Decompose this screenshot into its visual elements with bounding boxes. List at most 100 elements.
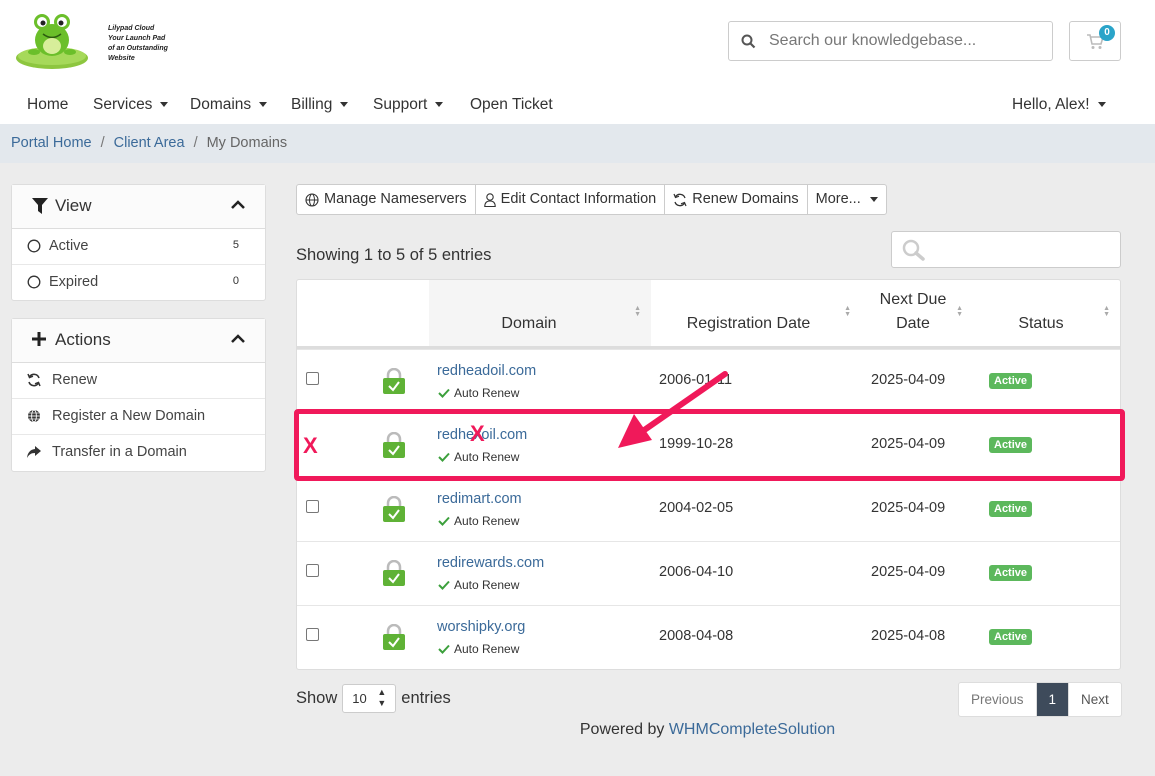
nav-billing[interactable]: Billing	[291, 92, 349, 118]
domain-link[interactable]: redimart.com	[437, 491, 522, 507]
powered-by-text: Powered by	[579, 721, 665, 738]
sort-icon: ▲ ▼	[1103, 305, 1110, 318]
row-checkbox[interactable]	[306, 500, 319, 513]
entries-label: entries	[401, 689, 451, 707]
domain-link[interactable]: redheadoil.com	[437, 363, 536, 379]
th-registration-date[interactable]: Registration Date ▲ ▼	[651, 280, 861, 346]
page-length-select[interactable]: 10 ▲ ▼	[342, 684, 397, 713]
site-logo[interactable]: Lilypad Cloud Your Launch Pad of an Outs…	[14, 10, 168, 70]
checkmark-icon	[438, 644, 450, 654]
status-badge: Active	[989, 565, 1033, 581]
row-checkbox[interactable]	[306, 564, 319, 577]
search-icon	[902, 239, 925, 261]
caret-down-icon	[435, 102, 444, 108]
domain-link[interactable]: redirewards.com	[437, 555, 544, 571]
refresh-icon	[27, 373, 41, 387]
nav-domains[interactable]: Domains	[190, 92, 268, 118]
breadcrumb-portal-home[interactable]: Portal Home	[11, 135, 92, 151]
site-footer: Powered by WHMCompleteSolution	[0, 721, 1155, 739]
search-input[interactable]	[769, 22, 1049, 60]
globe-icon	[305, 192, 319, 207]
pagination: Previous 1 Next	[958, 682, 1122, 717]
view-panel-header[interactable]: View	[12, 185, 265, 229]
registration-date: 2006-04-10	[659, 564, 734, 580]
renew-domains-label: Renew Domains	[692, 191, 799, 207]
breadcrumb-separator: /	[100, 135, 105, 151]
actions-panel-header[interactable]: Actions	[12, 319, 265, 363]
auto-renew-indicator: Auto Renew	[438, 578, 519, 592]
breadcrumb-bar: Portal Home / Client Area / My Domains	[0, 124, 1155, 163]
view-filter-expired[interactable]: Expired 0	[12, 265, 265, 301]
view-panel-title: View	[55, 196, 92, 215]
table-row[interactable]: worshipky.org Auto Renew 2008-04-08 2025…	[297, 605, 1120, 669]
th-domain-label: Domain	[501, 315, 557, 332]
breadcrumb-separator: /	[193, 135, 198, 151]
edit-contact-button[interactable]: Edit Contact Information	[476, 185, 666, 214]
pagination-previous[interactable]: Previous	[959, 683, 1037, 716]
radio-circle-icon	[27, 239, 41, 253]
action-label: Transfer in a Domain	[52, 444, 187, 460]
show-label: Show	[296, 689, 338, 707]
breadcrumb-client-area[interactable]: Client Area	[114, 135, 185, 151]
manage-nameservers-label: Manage Nameservers	[324, 191, 467, 207]
nav-home[interactable]: Home	[27, 92, 68, 118]
chevron-up-icon[interactable]	[231, 334, 245, 344]
table-row[interactable]: redimart.com Auto Renew 2004-02-05 2025-…	[297, 477, 1120, 541]
auto-renew-indicator: Auto Renew	[438, 514, 519, 528]
chevron-up-icon[interactable]	[231, 200, 245, 210]
renew-domains-button[interactable]: Renew Domains	[665, 185, 808, 214]
share-arrow-icon	[27, 446, 41, 458]
nav-support[interactable]: Support	[373, 92, 444, 118]
view-filter-active[interactable]: Active 5	[12, 229, 265, 265]
main-nav: Home Services Domains Billing Support Op…	[0, 92, 1155, 118]
x-mark-annotation: X	[303, 433, 318, 458]
more-actions-dropdown[interactable]: More...	[808, 185, 886, 214]
nav-user-menu[interactable]: Hello, Alex!	[1012, 92, 1106, 118]
lock-check-icon	[383, 560, 405, 586]
auto-renew-indicator: Auto Renew	[438, 386, 519, 400]
action-label: Register a New Domain	[52, 408, 206, 424]
more-actions-label: More...	[815, 191, 861, 207]
th-domain[interactable]: Domain ▲ ▼	[429, 280, 651, 346]
knowledgebase-search[interactable]	[728, 21, 1053, 61]
pagination-next[interactable]: Next	[1069, 683, 1121, 716]
table-header: Domain ▲ ▼ Registration Date ▲ ▼ Next Due …	[297, 280, 1120, 349]
domain-link[interactable]: worshipky.org	[437, 619, 525, 635]
nav-services[interactable]: Services	[93, 92, 169, 118]
th-status[interactable]: Status ▲ ▼	[973, 280, 1120, 346]
th-next-due-line1: Next Due	[879, 291, 947, 308]
view-filter-label: Active	[49, 238, 89, 254]
whmcs-link[interactable]: WHMCompleteSolution	[669, 721, 835, 738]
table-row[interactable]: redirewards.com Auto Renew 2006-04-10 20…	[297, 541, 1120, 605]
actions-panel-title: Actions	[55, 330, 111, 349]
auto-renew-label: Auto Renew	[454, 386, 520, 400]
row-checkbox[interactable]	[306, 372, 319, 385]
globe-icon	[28, 409, 40, 423]
action-register-domain[interactable]: Register a New Domain	[12, 399, 265, 435]
breadcrumb: Portal Home / Client Area / My Domains	[11, 135, 287, 151]
user-icon	[483, 192, 496, 207]
auto-renew-label: Auto Renew	[454, 642, 520, 656]
nav-support-label: Support	[373, 96, 428, 113]
checkmark-icon	[438, 580, 450, 590]
view-filter-count: 0	[232, 275, 239, 287]
nav-open-ticket[interactable]: Open Ticket	[470, 92, 553, 118]
table-filter-input[interactable]	[891, 231, 1121, 268]
row-checkbox[interactable]	[306, 628, 319, 641]
actions-panel: Actions Renew Register a New Domain Tran…	[11, 318, 266, 472]
nav-open-ticket-label: Open Ticket	[470, 96, 553, 113]
page-length-value: 10	[352, 691, 367, 706]
auto-renew-indicator: Auto Renew	[438, 642, 519, 656]
table-info: Showing 1 to 5 of 5 entries	[296, 246, 492, 264]
action-renew[interactable]: Renew	[12, 363, 265, 399]
action-transfer-domain[interactable]: Transfer in a Domain	[12, 435, 265, 471]
page-length-control: Show 10 ▲ ▼ entries	[296, 684, 451, 713]
manage-nameservers-button[interactable]: Manage Nameservers	[297, 185, 476, 214]
status-badge: Active	[989, 373, 1033, 389]
cart-button[interactable]: 0	[1069, 21, 1121, 61]
th-next-due-date[interactable]: Next Due Date ▲ ▼	[861, 280, 973, 346]
domain-actions-toolbar: Manage Nameservers Edit Contact Informat…	[296, 184, 887, 215]
next-due-date: 2025-04-09	[871, 372, 946, 388]
pagination-page-1[interactable]: 1	[1036, 683, 1070, 716]
caret-down-icon	[160, 102, 169, 108]
